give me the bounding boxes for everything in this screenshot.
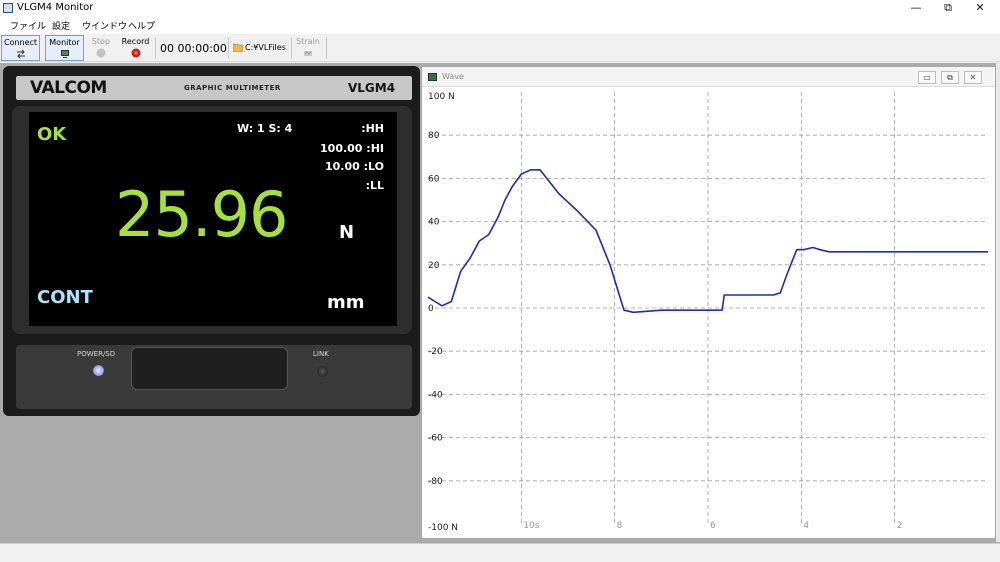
brand-logo: VALCOM (30, 78, 107, 98)
record-button[interactable]: Record (119, 35, 152, 61)
main-reading: 25.96 (115, 178, 288, 251)
wave-title: Wave (442, 72, 464, 81)
connect-label: Connect (3, 38, 38, 47)
wave-icon (428, 73, 437, 81)
power-sd-label: POWER/SD (77, 350, 116, 358)
link-label: LINK (313, 350, 329, 358)
menu-file[interactable]: ファイル (10, 19, 46, 32)
window-info: W: 1 S: 4 (237, 122, 293, 135)
toolbar-separator (291, 37, 292, 59)
toolbar-separator (228, 37, 229, 59)
monitor-icon (60, 50, 69, 58)
connect-icon (16, 49, 25, 59)
strain-label: Strain (296, 37, 320, 46)
wave-chart: 100 N 80 60 40 20 0 -20 -40 -60 -80 -100 N 10s 8 6 4 2 (427, 92, 988, 533)
menu-help[interactable]: ヘルプ (128, 19, 155, 32)
menu-window[interactable]: ウインドウ (82, 19, 127, 32)
folder-button[interactable]: C:¥VLFiles (231, 35, 289, 61)
x-tick-label: 6 (710, 521, 716, 531)
y-tick-label: -100 N (428, 523, 458, 533)
y-tick-label: -80 (428, 477, 443, 487)
y-tick-label: 0 (428, 304, 434, 314)
lo-limit: 10.00 :LO (325, 160, 384, 173)
workspace-scrollbar[interactable] (996, 62, 1000, 542)
monitor-label: Monitor (49, 38, 80, 47)
restore-button[interactable]: ⧉ (933, 0, 963, 17)
meter-model: VLGM4 (348, 81, 396, 95)
folder-icon (233, 43, 243, 52)
wave-window: Wave ▭ ⧉ ✕ 100 N 80 60 40 20 0 -20 -40 -60 -80 -10… (421, 66, 996, 539)
mode-label: CONT (37, 287, 93, 308)
minimize-button[interactable]: — (901, 0, 931, 17)
stop-button[interactable]: Stop (89, 35, 113, 61)
record-icon (131, 48, 140, 58)
y-tick-label: 20 (428, 261, 440, 271)
x-tick-label: 10s (523, 521, 539, 531)
hh-limit: :HH (361, 122, 384, 135)
elapsed-time: 00 00:00:00 (160, 42, 227, 55)
toolbar: Connect Monitor Stop Record 00 00:00:00 … (0, 34, 1000, 62)
x-tick-label: 4 (803, 521, 809, 531)
toolbar-separator (326, 37, 327, 59)
x-tick-label: 8 (617, 521, 623, 531)
sd-card-slot (131, 347, 288, 390)
judge-status: OK (37, 124, 67, 145)
stop-icon (96, 48, 106, 58)
monitor-button[interactable]: Monitor (45, 35, 84, 61)
y-tick-label: 60 (428, 174, 440, 184)
toolbar-separator (155, 37, 156, 59)
y-tick-label: 80 (428, 131, 440, 141)
status-bar (0, 543, 1000, 562)
menu-settings[interactable]: 設定 (52, 19, 70, 32)
connect-button[interactable]: Connect (1, 35, 40, 61)
wave-title-bar[interactable]: Wave ▭ ⧉ ✕ (422, 67, 995, 87)
meter-header: VALCOM GRAPHIC MULTIMETER VLGM4 (16, 76, 412, 100)
y-tick-label: 100 N (428, 92, 455, 102)
ll-limit: :LL (365, 179, 384, 192)
link-led (317, 366, 328, 377)
close-button[interactable]: ✕ (965, 0, 995, 17)
title-bar: VLGM4 Monitor — ⧉ ✕ (0, 0, 1000, 17)
y-tick-label: -40 (428, 390, 443, 400)
x-tick-label: 2 (897, 521, 903, 531)
hi-limit: 100.00 :HI (320, 142, 384, 155)
strain-icon (304, 51, 312, 56)
meter-description: GRAPHIC MULTIMETER (184, 84, 281, 92)
mode-unit: mm (327, 292, 365, 313)
y-tick-label: 40 (428, 218, 440, 228)
y-tick-label: -60 (428, 434, 443, 444)
record-label: Record (121, 37, 150, 46)
wave-close-button[interactable]: ✕ (964, 71, 982, 84)
y-tick-label: -20 (428, 347, 443, 357)
reading-unit: N (339, 222, 355, 243)
power-led (93, 365, 104, 376)
strain-button[interactable]: Strain (294, 35, 322, 61)
wave-restore-button[interactable]: ⧉ (941, 71, 959, 84)
meter-screen: OK W: 1 S: 4 :HH 100.00 :HI 10.00 :LO :L… (29, 112, 397, 326)
wave-minimize-button[interactable]: ▭ (918, 71, 936, 84)
menu-bar: ファイル 設定 ウインドウ ヘルプ (0, 17, 1000, 34)
folder-path: C:¥VLFiles (245, 43, 286, 52)
stop-label: Stop (91, 37, 111, 46)
app-icon (3, 3, 13, 13)
window-title: VLGM4 Monitor (17, 2, 94, 13)
